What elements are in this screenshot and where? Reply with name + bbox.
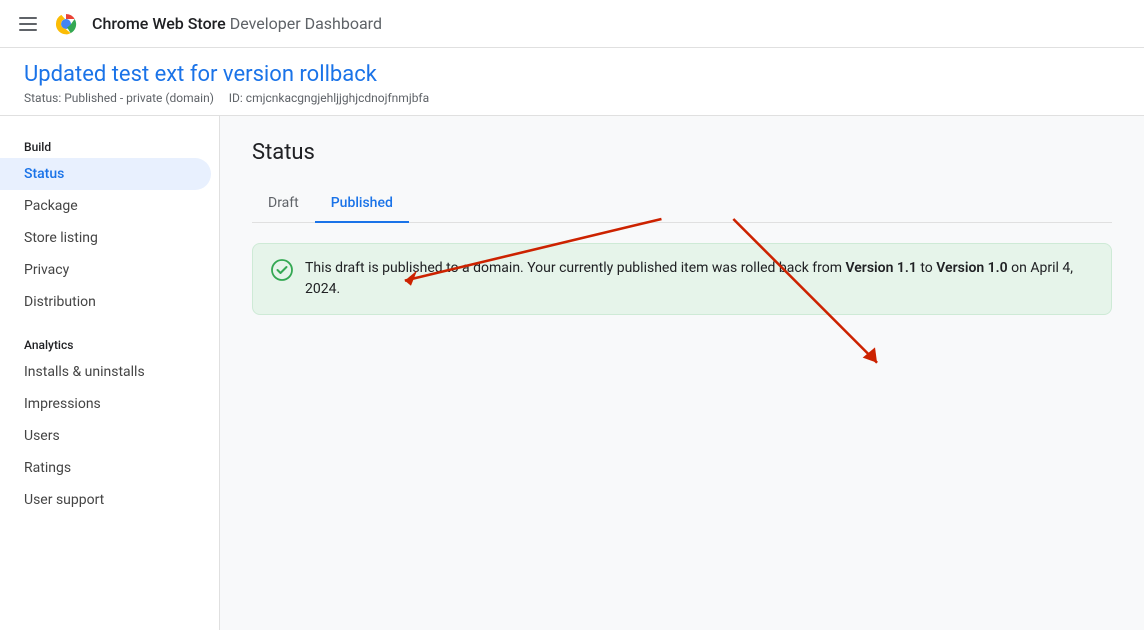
extension-id: ID: cmjcnkacgngjehljjghjcdnojfnmjbfa	[229, 91, 429, 105]
page-meta: Status: Published - private (domain) ID:…	[24, 91, 1120, 105]
tab-draft[interactable]: Draft	[252, 185, 315, 223]
analytics-section-label: Analytics	[0, 330, 219, 356]
banner-message: This draft is published to a domain. You…	[305, 258, 1093, 300]
sidebar-item-impressions[interactable]: Impressions	[0, 388, 211, 420]
status-text: Status: Published - private (domain)	[24, 91, 214, 105]
hamburger-icon[interactable]	[16, 15, 40, 33]
section-title: Status	[252, 140, 1112, 165]
topbar-title: Chrome Web Store Developer Dashboard	[92, 14, 382, 33]
topbar: Chrome Web Store Developer Dashboard	[0, 0, 1144, 48]
tab-published[interactable]: Published	[315, 185, 409, 223]
sidebar-item-privacy[interactable]: Privacy	[0, 254, 211, 286]
main-content: Status Draft Published This draft is pub…	[220, 116, 1144, 630]
success-icon	[271, 259, 293, 281]
sidebar-item-distribution[interactable]: Distribution	[0, 286, 211, 318]
version-from: Version 1.1	[845, 260, 916, 276]
success-banner: This draft is published to a domain. You…	[252, 243, 1112, 315]
sidebar-item-package[interactable]: Package	[0, 190, 211, 222]
layout: Build Status Package Store listing Priva…	[0, 116, 1144, 630]
build-section-label: Build	[0, 132, 219, 158]
sidebar-item-installs[interactable]: Installs & uninstalls	[0, 356, 211, 388]
sidebar-item-ratings[interactable]: Ratings	[0, 452, 211, 484]
version-to: Version 1.0	[936, 260, 1007, 276]
sidebar-item-user-support[interactable]: User support	[0, 484, 211, 516]
sidebar-item-users[interactable]: Users	[0, 420, 211, 452]
chrome-logo	[52, 10, 80, 38]
sidebar-item-status[interactable]: Status	[0, 158, 211, 190]
sidebar-item-store-listing[interactable]: Store listing	[0, 222, 211, 254]
page-header: Updated test ext for version rollback St…	[0, 48, 1144, 116]
sidebar: Build Status Package Store listing Priva…	[0, 116, 220, 630]
page-title: Updated test ext for version rollback	[24, 62, 1120, 87]
tabs-container: Draft Published	[252, 185, 1112, 223]
